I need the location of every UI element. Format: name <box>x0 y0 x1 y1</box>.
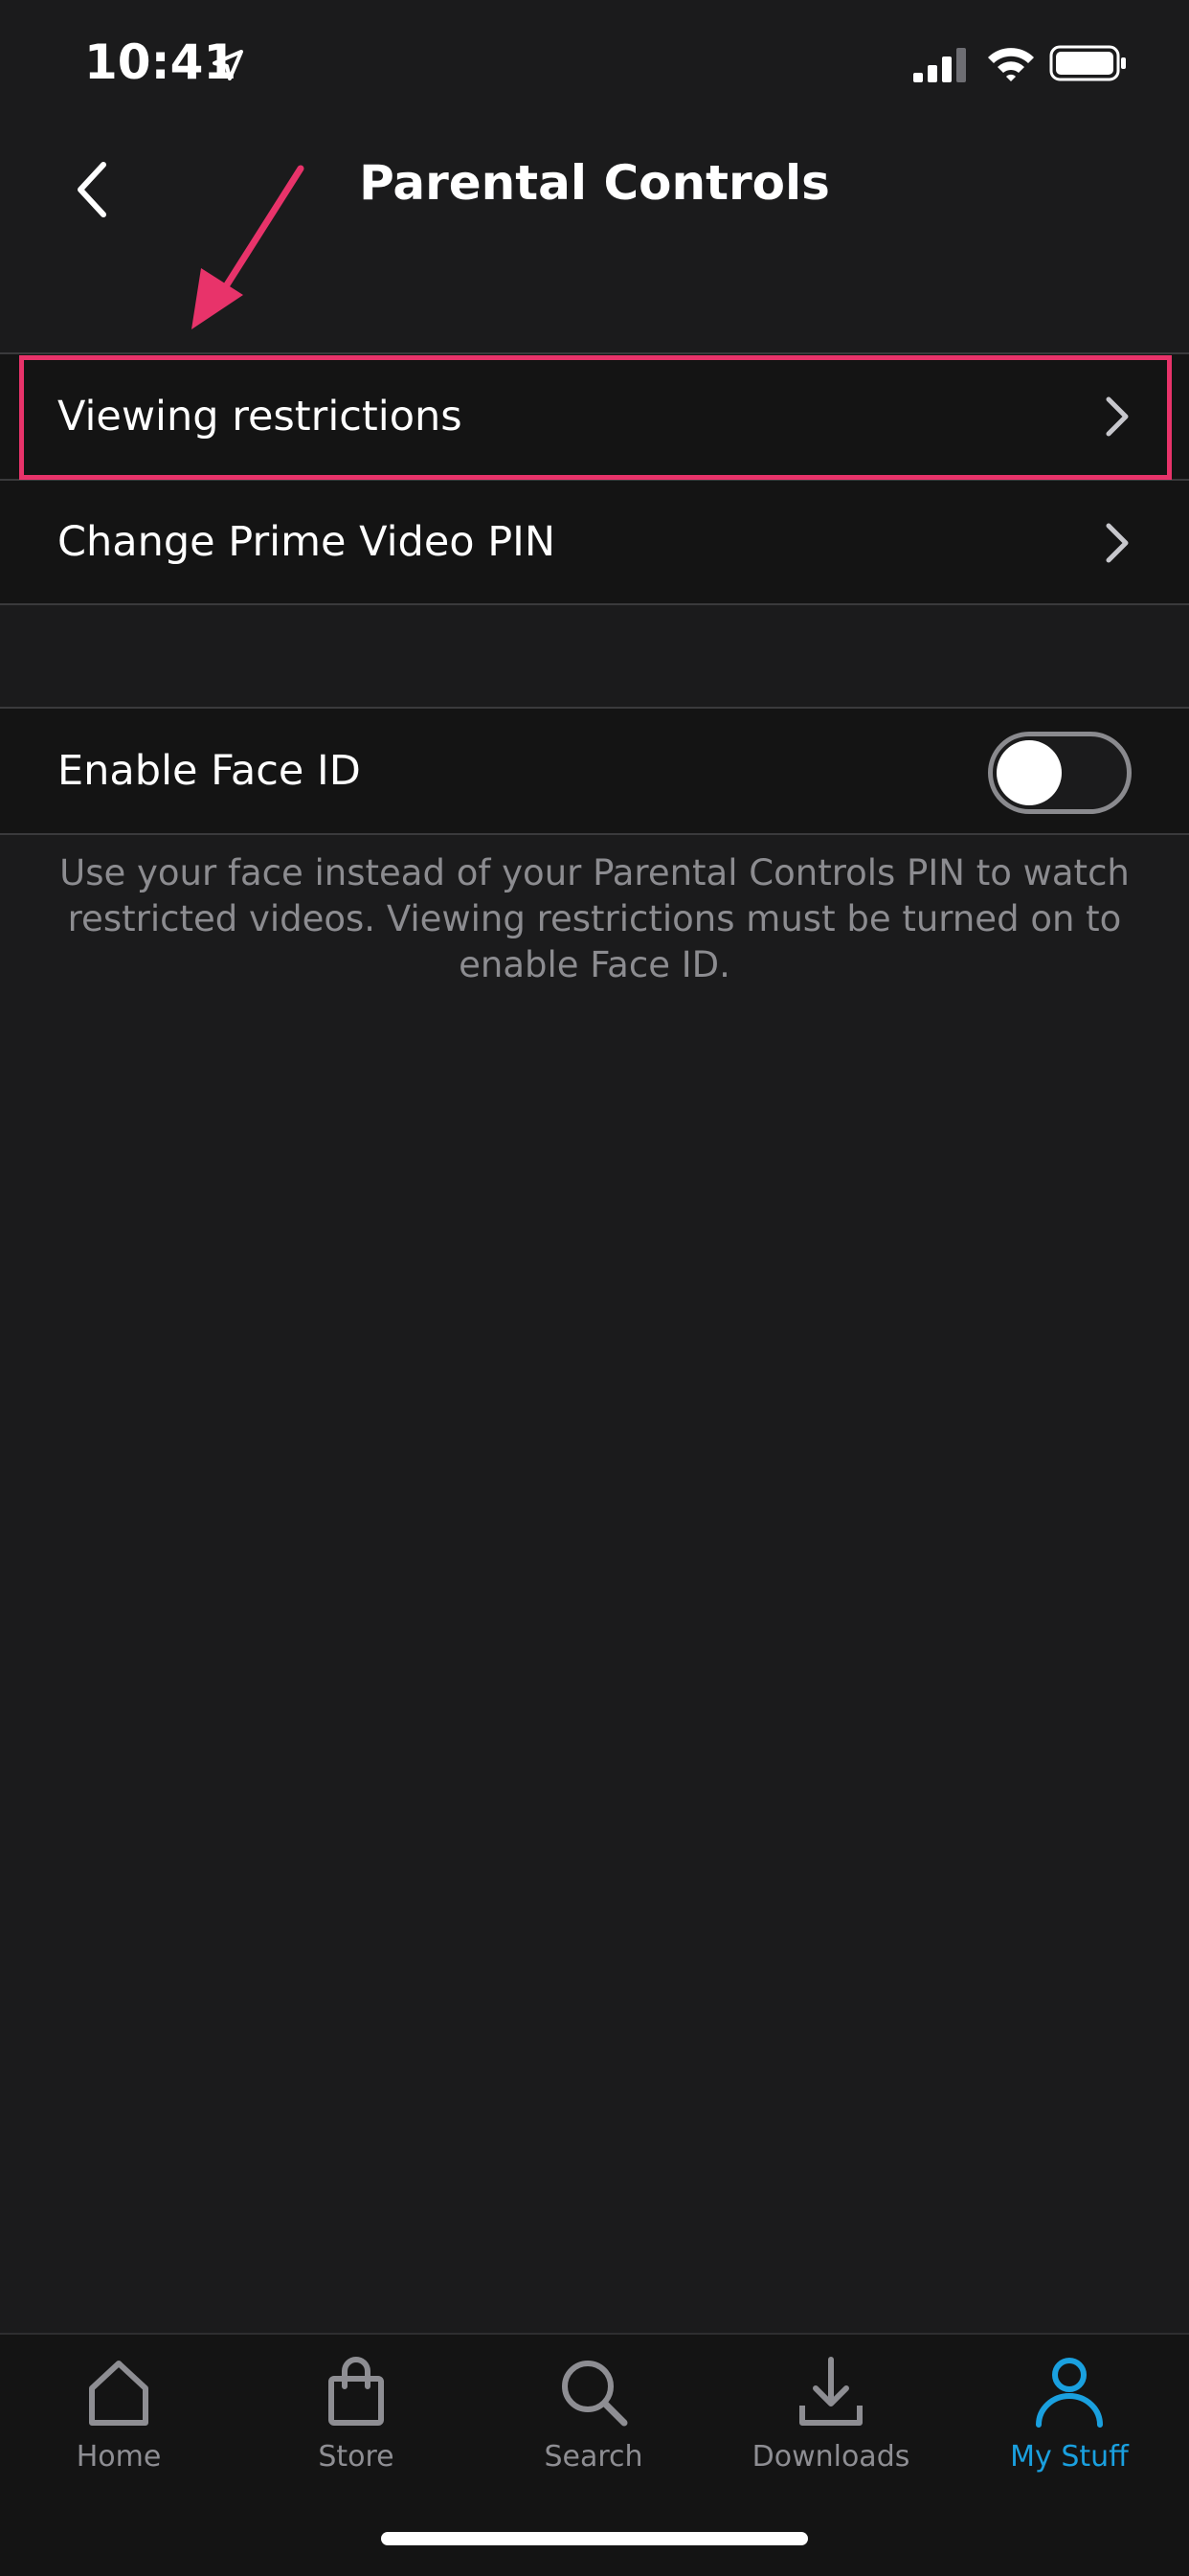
chevron-right-icon <box>1106 523 1129 563</box>
viewing-restrictions-row[interactable]: Viewing restrictions <box>0 354 1189 479</box>
tab-my-stuff[interactable]: My Stuff <box>950 2354 1189 2517</box>
status-bar: 10:41 <box>0 0 1189 126</box>
page-title: Parental Controls <box>359 155 830 211</box>
tab-store[interactable]: Store <box>237 2354 475 2517</box>
annotation-arrow-icon <box>191 165 304 329</box>
face-id-toggle[interactable] <box>988 732 1132 814</box>
tab-search[interactable]: Search <box>475 2354 712 2517</box>
tab-home-label: Home <box>76 2440 162 2474</box>
tab-store-label: Store <box>318 2440 394 2474</box>
home-icon <box>89 2361 148 2426</box>
tab-downloads[interactable]: Downloads <box>712 2354 950 2517</box>
face-id-row: Enable Face ID <box>0 709 1189 833</box>
battery-icon <box>1049 45 1126 81</box>
tab-downloads-label: Downloads <box>752 2440 910 2474</box>
tab-search-label: Search <box>544 2440 643 2474</box>
cellular-signal-icon <box>913 48 966 82</box>
download-icon <box>799 2357 863 2426</box>
tab-my-stuff-label: My Stuff <box>1010 2440 1129 2474</box>
change-pin-row[interactable]: Change Prime Video PIN <box>0 479 1189 603</box>
face-id-label: Enable Face ID <box>57 747 361 795</box>
home-indicator <box>381 2532 808 2545</box>
face-id-group: Enable Face ID <box>0 707 1189 835</box>
viewing-restrictions-label: Viewing restrictions <box>57 393 462 441</box>
toggle-knob <box>997 740 1062 805</box>
location-arrow-icon <box>213 50 243 80</box>
face-id-footnote: Use your face instead of your Parental C… <box>59 852 1130 985</box>
tab-home[interactable]: Home <box>0 2354 237 2517</box>
person-icon <box>1036 2358 1103 2428</box>
shopping-bag-icon <box>328 2357 384 2426</box>
navigation-bar: Parental Controls <box>0 126 1189 255</box>
wifi-icon <box>988 48 1034 81</box>
change-pin-label: Change Prime Video PIN <box>57 518 556 566</box>
chevron-right-icon <box>1106 396 1129 437</box>
pin-settings-group: Viewing restrictions Change Prime Video … <box>0 352 1189 605</box>
search-icon <box>562 2361 628 2427</box>
